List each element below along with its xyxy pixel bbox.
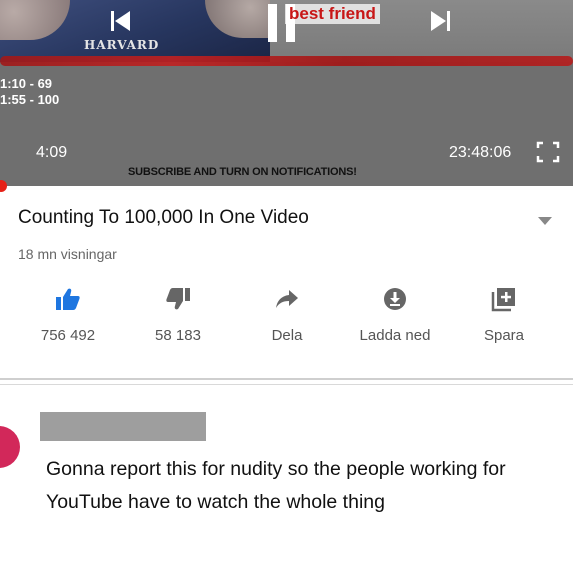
- expand-description-button[interactable]: [537, 213, 553, 231]
- section-divider: [0, 384, 573, 385]
- download-button[interactable]: Ladda ned: [340, 286, 450, 344]
- view-count: 18 mn visningar: [18, 246, 117, 262]
- previous-button[interactable]: [111, 10, 131, 37]
- counter-line: 1:55 - 100: [0, 92, 60, 107]
- progress-scrubber[interactable]: [0, 180, 7, 192]
- share-label: Dela: [271, 327, 303, 344]
- frame-face-left: [0, 0, 70, 40]
- like-button[interactable]: 756 492: [13, 286, 123, 344]
- avatar[interactable]: [0, 426, 20, 468]
- section-divider: [0, 378, 573, 380]
- add-to-playlist-icon: [491, 288, 515, 312]
- thumbs-down-icon: [166, 288, 190, 310]
- like-count: 756 492: [40, 327, 96, 344]
- video-title: Counting To 100,000 In One Video: [18, 207, 309, 228]
- download-icon: [384, 288, 406, 310]
- video-frame: HARVARD: [0, 0, 270, 62]
- frame-red-stripe: [0, 56, 573, 66]
- download-label: Ladda ned: [359, 327, 431, 344]
- dislike-button[interactable]: 58 183: [123, 286, 233, 344]
- skip-next-icon: [431, 11, 450, 31]
- current-time: 4:09: [36, 144, 68, 161]
- fullscreen-icon: [536, 141, 560, 163]
- fullscreen-button[interactable]: [536, 141, 560, 168]
- save-button[interactable]: Spara: [449, 286, 559, 344]
- frame-shirt-text: HARVARD: [84, 38, 160, 52]
- thumbs-up-icon: [56, 288, 80, 310]
- skip-previous-icon: [111, 11, 130, 31]
- next-button[interactable]: [430, 10, 450, 37]
- save-label: Spara: [483, 327, 525, 344]
- comment-text: Gonna report this for nudity so the peop…: [46, 458, 506, 513]
- chevron-down-icon: [538, 217, 552, 225]
- video-overlay-caption: best friend: [285, 4, 380, 24]
- counter-line: 1:10 - 69: [0, 76, 53, 91]
- commenter-name-redacted: [40, 412, 206, 441]
- share-button[interactable]: Dela: [232, 286, 342, 344]
- share-icon: [276, 290, 298, 308]
- frame-counter-text: 1:10 - 69 1:55 - 100: [0, 76, 59, 108]
- dislike-count: 58 183: [155, 327, 201, 344]
- video-player[interactable]: HARVARD best friend 1:10 - 69 1:55 - 100…: [0, 0, 573, 186]
- duration: 23:48:06: [449, 144, 512, 161]
- frame-face-right: [205, 0, 270, 38]
- subscribe-banner: SUBSCRIBE AND TURN ON NOTIFICATIONS!: [128, 166, 357, 178]
- pause-icon-bar: [268, 4, 277, 42]
